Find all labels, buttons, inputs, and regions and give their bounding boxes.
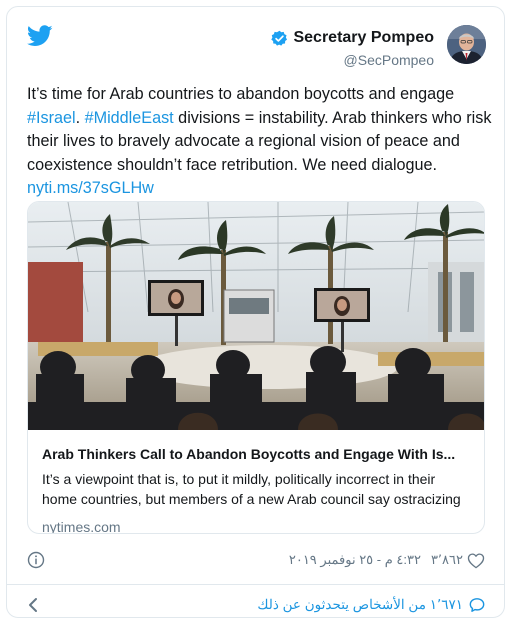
hashtag-middleeast-link[interactable]: #MiddleEast	[85, 109, 174, 127]
speech-bubble-icon[interactable]	[469, 597, 485, 613]
conversation-text[interactable]: ١٬٦٧١ من الأشخاص يتحدثون عن ذلك	[257, 597, 463, 613]
author-display-name[interactable]: Secretary Pompeo	[293, 29, 434, 47]
tweet-meta-row: ٤:٣٢ م - ٢٥ نوفمبر ٢٠١٩ ٣٬٨٦٢	[27, 549, 485, 571]
tweet-text: It’s time for Arab countries to abandon …	[27, 83, 497, 201]
article-title[interactable]: Arab Thinkers Call to Abandon Boycotts a…	[42, 445, 474, 463]
avatar-portrait	[447, 25, 486, 64]
link-preview-card[interactable]: Arab Thinkers Call to Abandon Boycotts a…	[27, 201, 485, 534]
info-icon[interactable]	[27, 551, 45, 569]
chevron-left-icon[interactable]	[27, 597, 39, 613]
heart-icon[interactable]	[467, 552, 485, 569]
tweet-text-separator: .	[75, 108, 85, 127]
article-description: It’s a viewpoint that is, to put it mild…	[42, 471, 461, 507]
author-handle[interactable]: @SecPompeo	[271, 52, 434, 68]
tweet-timestamp[interactable]: ٤:٣٢ م - ٢٥ نوفمبر ٢٠١٩	[289, 552, 421, 568]
link-preview-text[interactable]: Arab Thinkers Call to Abandon Boycotts a…	[42, 445, 474, 534]
tweet-embed-card: Secretary Pompeo @SecPompeo It’s time fo…	[6, 6, 505, 618]
tweet-text-intro: It’s time for Arab countries to abandon …	[27, 85, 455, 103]
like-count-group[interactable]: ٣٬٨٦٢	[431, 552, 485, 569]
meta-right-group: ٤:٣٢ م - ٢٥ نوفمبر ٢٠١٩ ٣٬٨٦٢	[289, 552, 485, 569]
conversation-link[interactable]: ١٬٦٧١ من الأشخاص يتحدثون عن ذلك	[257, 597, 485, 613]
twitter-bird-icon[interactable]	[27, 25, 53, 47]
footer-row: ١٬٦٧١ من الأشخاص يتحدثون عن ذلك	[27, 593, 485, 617]
hashtag-israel-link[interactable]: #Israel	[27, 109, 76, 127]
verified-badge-icon	[271, 30, 288, 46]
article-domain: nytimes.com	[42, 519, 121, 534]
avatar[interactable]	[447, 25, 486, 64]
author-block[interactable]: Secretary Pompeo @SecPompeo	[271, 29, 434, 68]
footer-divider	[7, 584, 504, 585]
like-count: ٣٬٨٦٢	[430, 552, 463, 567]
article-preview-image[interactable]	[28, 202, 485, 430]
tweet-url-link[interactable]: nyti.ms/37sGLHw	[27, 179, 154, 197]
